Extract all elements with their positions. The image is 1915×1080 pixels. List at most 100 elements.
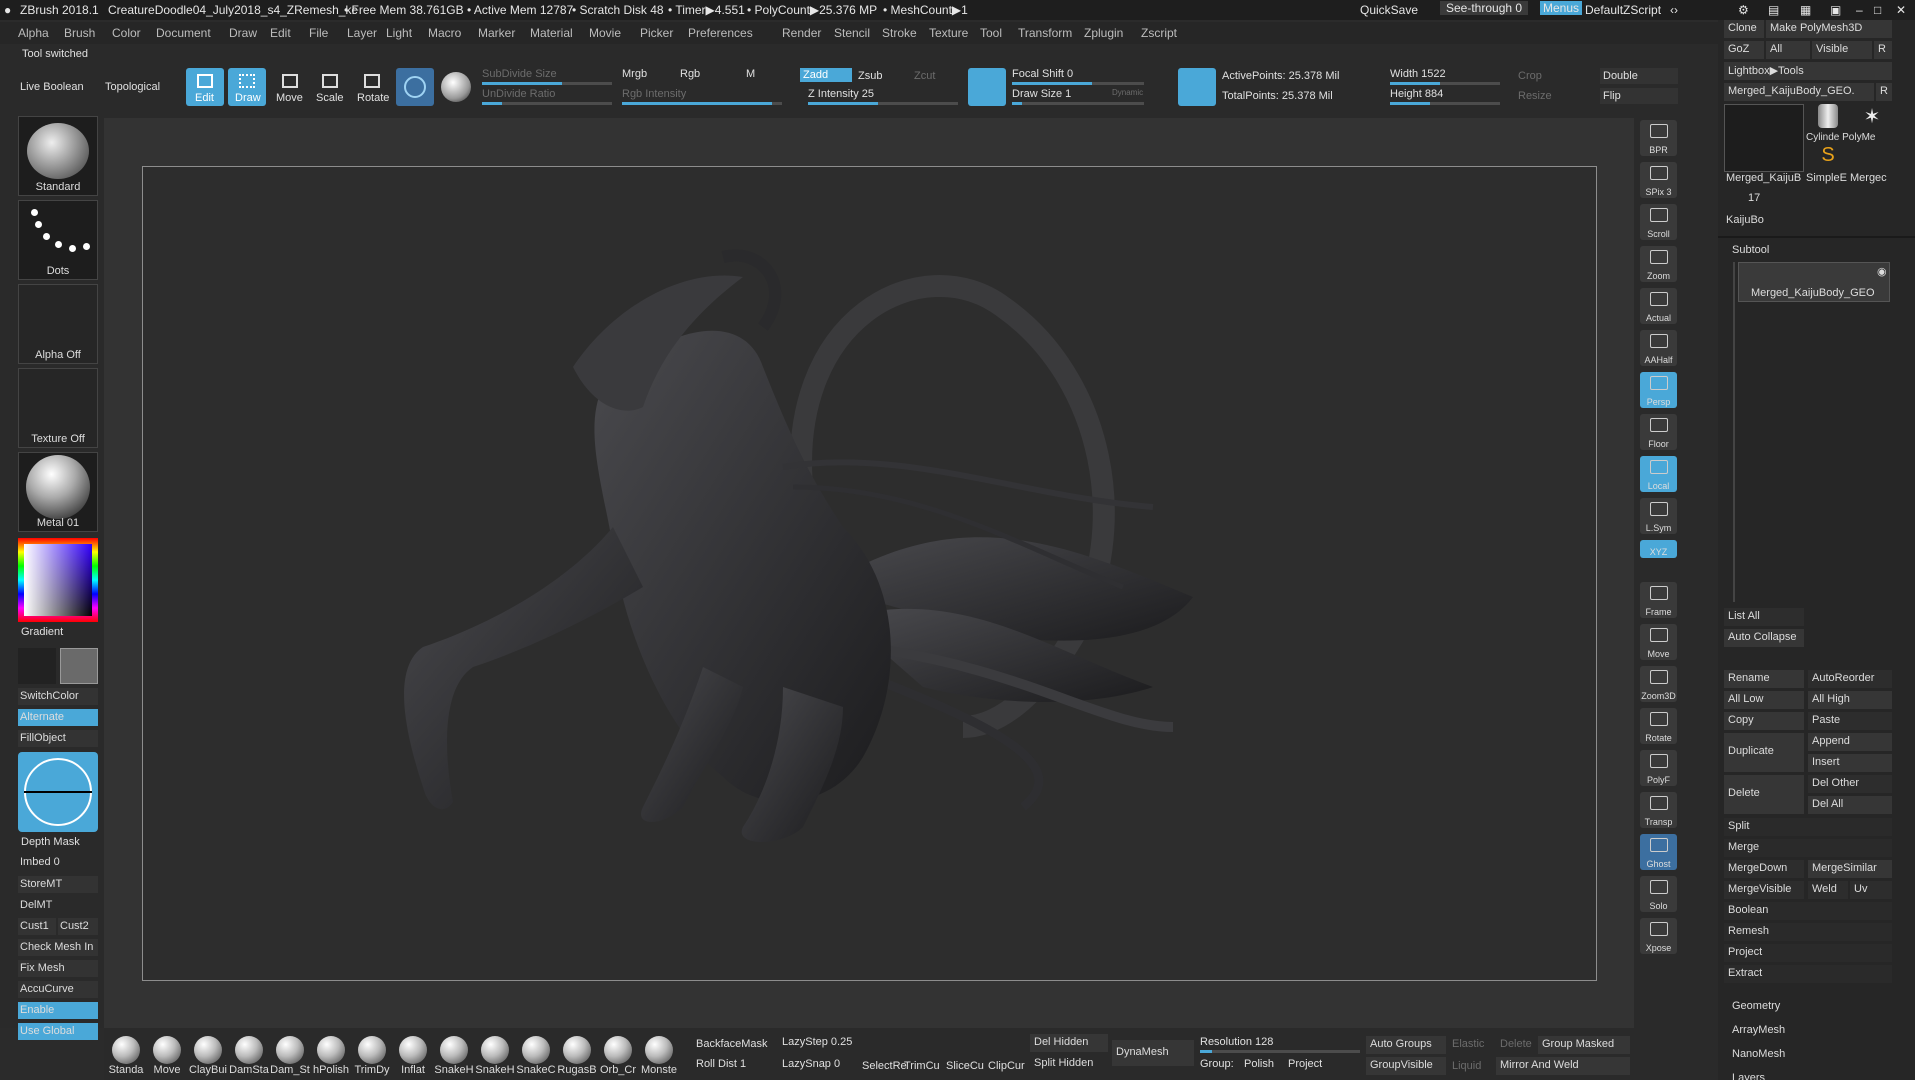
fix-mesh-button[interactable]: Fix Mesh xyxy=(18,960,98,977)
paste-button[interactable]: Paste xyxy=(1808,712,1892,730)
rgb-intensity-track[interactable] xyxy=(622,102,782,105)
default-zscript-button[interactable]: DefaultZScript xyxy=(1585,3,1661,17)
menus-toggle[interactable]: Menus xyxy=(1540,1,1583,15)
tool-thumbnail-creature[interactable] xyxy=(1724,104,1804,172)
layout-icon[interactable]: ▤ xyxy=(1768,3,1779,17)
liquid-button[interactable]: Liquid xyxy=(1452,1060,1481,1072)
focal-shift-slider[interactable]: Focal Shift 0 xyxy=(1012,68,1073,80)
sculptris-button[interactable] xyxy=(396,68,434,106)
texture-thumbnail[interactable]: Texture Off xyxy=(18,368,98,448)
dynamic-toggle[interactable]: Dynamic xyxy=(1112,88,1143,97)
menu-color[interactable]: Color xyxy=(112,26,141,40)
merge-button[interactable]: Merge xyxy=(1724,839,1892,857)
insert-button[interactable]: Insert xyxy=(1808,754,1892,772)
alpha-thumbnail[interactable]: Alpha Off xyxy=(18,284,98,364)
move-button[interactable]: Move xyxy=(272,68,308,106)
shelf-rotate[interactable]: Rotate xyxy=(1640,708,1677,744)
shelf-move[interactable]: Move xyxy=(1640,624,1677,660)
shelf-solo[interactable]: Solo xyxy=(1640,876,1677,912)
brush-claybui[interactable]: ClayBui xyxy=(188,1036,228,1080)
brush-standa[interactable]: Standa xyxy=(106,1036,146,1080)
lazystep-slider[interactable]: LazyStep 0.25 xyxy=(782,1036,852,1048)
menu-material[interactable]: Material xyxy=(530,26,573,40)
nanomesh-section[interactable]: NanoMesh xyxy=(1732,1048,1785,1060)
brush-inflat[interactable]: Inflat xyxy=(393,1036,433,1080)
mrgb-button[interactable]: Mrgb xyxy=(622,68,647,80)
extract-section[interactable]: Extract xyxy=(1724,965,1892,983)
brush-dam-st[interactable]: Dam_St xyxy=(270,1036,310,1080)
project-section[interactable]: Project xyxy=(1724,944,1892,962)
subtool-item[interactable]: Merged_KaijuBody_GEO ◉ xyxy=(1738,262,1890,302)
append-button[interactable]: Append xyxy=(1808,733,1892,751)
quicksave-button[interactable]: QuickSave xyxy=(1360,3,1418,17)
edit-mode-button[interactable] xyxy=(440,70,472,104)
uv-button[interactable]: Uv xyxy=(1850,881,1892,899)
menu-tool[interactable]: Tool xyxy=(980,26,1002,40)
height-slider[interactable]: Height 884 xyxy=(1390,88,1443,100)
r-button-2[interactable]: R xyxy=(1876,83,1892,101)
backfacemask-button[interactable]: BackfaceMask xyxy=(696,1038,768,1050)
primary-color-swatch[interactable] xyxy=(18,648,56,684)
brush-snakeh[interactable]: SnakeH xyxy=(434,1036,474,1080)
shelf-spix-3[interactable]: SPix 3 xyxy=(1640,162,1677,198)
auto-groups-button[interactable]: Auto Groups xyxy=(1366,1036,1446,1054)
mergesimilar-button[interactable]: MergeSimilar xyxy=(1808,860,1892,878)
list-all-button[interactable]: List All xyxy=(1724,608,1804,626)
zcut-button[interactable]: Zcut xyxy=(914,70,935,82)
use-global-button[interactable]: Use Global xyxy=(18,1023,98,1040)
arrows-icon[interactable]: ‹› xyxy=(1670,3,1678,17)
simplebrush-tool-icon[interactable]: S xyxy=(1808,144,1848,170)
split-hidden-button[interactable]: Split Hidden xyxy=(1030,1055,1108,1073)
menu-draw[interactable]: Draw xyxy=(229,26,257,40)
menu-transform[interactable]: Transform xyxy=(1018,26,1072,40)
maximize-icon[interactable]: □ xyxy=(1874,3,1881,17)
brush-orb-cr[interactable]: Orb_Cr xyxy=(598,1036,638,1080)
elastic-button[interactable]: Elastic xyxy=(1452,1038,1484,1050)
shelf-aahalf[interactable]: AAHalf xyxy=(1640,330,1677,366)
shelf-scroll[interactable]: Scroll xyxy=(1640,204,1677,240)
current-tool-slider[interactable]: Merged_KaijuBody_GEO. xyxy=(1724,83,1874,101)
delmt-button[interactable]: DelMT xyxy=(18,897,98,914)
cust2-button[interactable]: Cust2 xyxy=(58,918,98,935)
zsub-button[interactable]: Zsub xyxy=(858,70,882,82)
shelf-xyz[interactable]: XYZ xyxy=(1640,540,1677,558)
shelf-xpose[interactable]: Xpose xyxy=(1640,918,1677,954)
all-low-button[interactable]: All Low xyxy=(1724,691,1804,709)
del-hidden-button[interactable]: Del Hidden xyxy=(1030,1034,1108,1052)
focal-shift-icon[interactable] xyxy=(968,68,1006,106)
close-icon[interactable]: ✕ xyxy=(1896,3,1906,17)
menu-document[interactable]: Document xyxy=(156,26,211,40)
draw-button[interactable]: Draw xyxy=(228,68,266,106)
mergevisible-button[interactable]: MergeVisible xyxy=(1724,881,1804,899)
groupvisible-button[interactable]: GroupVisible xyxy=(1366,1057,1446,1075)
visible-button[interactable]: Visible xyxy=(1812,41,1872,59)
tray-icon[interactable]: ▦ xyxy=(1800,3,1811,17)
live-boolean-button[interactable]: Live Boolean xyxy=(20,81,84,93)
switchcolor-button[interactable]: SwitchColor xyxy=(18,688,98,705)
check-mesh-button[interactable]: Check Mesh In xyxy=(18,939,98,956)
eye-icon[interactable]: ◉ xyxy=(1877,265,1887,278)
menu-edit[interactable]: Edit xyxy=(270,26,291,40)
mirror-and-weld-button[interactable]: Mirror And Weld xyxy=(1496,1057,1630,1075)
subtool-header[interactable]: Subtool xyxy=(1732,244,1769,256)
rotate-button[interactable]: Rotate xyxy=(352,68,392,106)
zadd-button[interactable]: Zadd xyxy=(800,68,852,82)
shelf-transp[interactable]: Transp xyxy=(1640,792,1677,828)
clipcurve-tool[interactable]: ClipCur xyxy=(988,1060,1025,1072)
shelf-frame[interactable]: Frame xyxy=(1640,582,1677,618)
shelf-actual[interactable]: Actual xyxy=(1640,288,1677,324)
slicecurve-tool[interactable]: SliceCu xyxy=(946,1060,984,1072)
view-icon[interactable]: ▣ xyxy=(1830,3,1841,17)
menu-light[interactable]: Light xyxy=(386,26,412,40)
selectrect-tool[interactable]: SelectRe xyxy=(862,1060,907,1072)
alternate-button[interactable]: Alternate xyxy=(18,709,98,726)
make-polymesh-button[interactable]: Make PolyMesh3D xyxy=(1766,20,1892,38)
roll-dist-slider[interactable]: Roll Dist 1 xyxy=(696,1058,746,1070)
duplicate-button[interactable]: Duplicate xyxy=(1724,733,1804,772)
material-thumbnail[interactable]: Metal 01 xyxy=(18,452,98,532)
copy-button[interactable]: Copy xyxy=(1724,712,1804,730)
brush-hpolish[interactable]: hPolish xyxy=(311,1036,351,1080)
menu-picker[interactable]: Picker xyxy=(640,26,673,40)
shelf-floor[interactable]: Floor xyxy=(1640,414,1677,450)
z-intensity-track[interactable] xyxy=(808,102,958,105)
